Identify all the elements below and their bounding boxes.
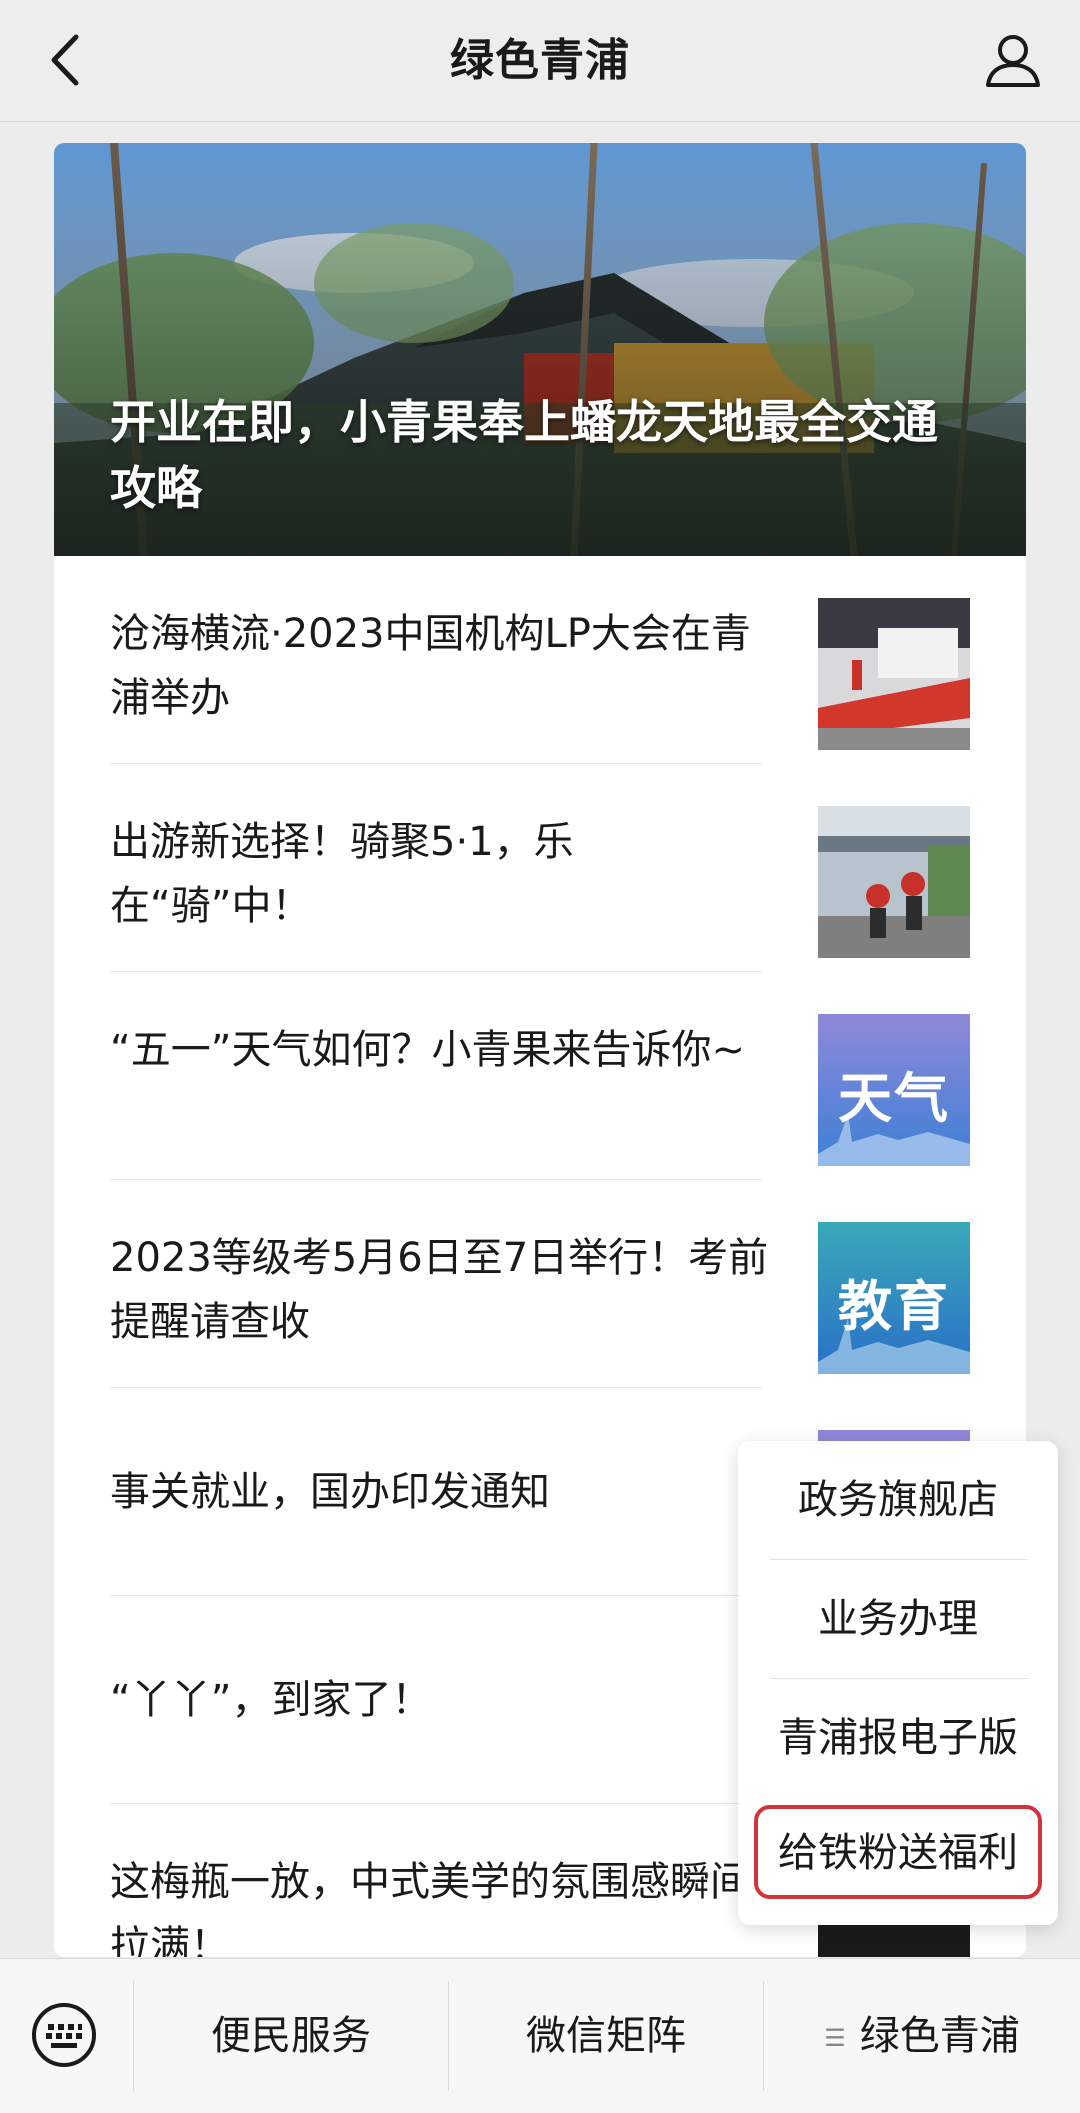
- tab-label: 绿色青浦: [859, 2013, 1020, 2059]
- article-thumbnail: 天气: [818, 1014, 970, 1166]
- page-title: 绿色青浦: [450, 35, 630, 86]
- keyboard-icon: [32, 2003, 96, 2067]
- article-title: “丫丫”，到家了！: [110, 1677, 432, 1723]
- list-item[interactable]: 沧海横流·2023中国机构LP大会在青浦举办: [54, 556, 1026, 764]
- list-item[interactable]: “五一”天气如何？小青果来告诉你~ 天气: [54, 972, 1026, 1180]
- article-title: “五一”天气如何？小青果来告诉你~: [110, 1027, 745, 1073]
- hero-title: 开业在即，小青果奉上蟠龙天地最全交通攻略: [110, 395, 938, 515]
- thumbnail-label: 教育: [838, 1275, 950, 1338]
- article-title: 这梅瓶一放，中式美学的氛围感瞬间拉满！: [110, 1859, 750, 1957]
- article-title: 2023等级考5月6日至7日举行！考前提醒请查收: [110, 1235, 769, 1345]
- article-title: 事关就业，国办印发通知: [110, 1469, 550, 1515]
- article-title: 出游新选择！骑聚5·1，乐在“骑”中！: [110, 819, 574, 929]
- menu-item-e-paper[interactable]: 青浦报电子版: [738, 1679, 1058, 1797]
- submenu-indicator-icon: ☰: [824, 2023, 846, 2052]
- article-thumbnail: [818, 598, 970, 750]
- menu-item-fan-benefits[interactable]: 给铁粉送福利: [754, 1805, 1042, 1899]
- profile-button[interactable]: [980, 28, 1046, 92]
- submenu-popup: 政务旗舰店 业务办理 青浦报电子版 给铁粉送福利: [738, 1441, 1058, 1925]
- person-icon: [986, 35, 1040, 87]
- nav-header: 绿色青浦: [0, 0, 1080, 122]
- article-thumbnail: [818, 806, 970, 958]
- tab-convenience-services[interactable]: 便民服务: [134, 1959, 448, 2113]
- hero-article[interactable]: 开业在即，小青果奉上蟠龙天地最全交通攻略: [54, 143, 1026, 556]
- list-item[interactable]: 2023等级考5月6日至7日举行！考前提醒请查收 教育: [54, 1180, 1026, 1388]
- menu-item-government-store[interactable]: 政务旗舰店: [738, 1441, 1058, 1559]
- list-item[interactable]: 出游新选择！骑聚5·1，乐在“骑”中！: [54, 764, 1026, 972]
- article-thumbnail: 教育: [818, 1222, 970, 1374]
- article-title: 沧海横流·2023中国机构LP大会在青浦举办: [110, 611, 751, 721]
- thumbnail-label: 天气: [838, 1067, 950, 1130]
- keyboard-toggle-button[interactable]: [26, 1997, 102, 2073]
- tab-green-qingpu[interactable]: ☰ 绿色青浦: [764, 1959, 1080, 2113]
- tab-wechat-matrix[interactable]: 微信矩阵: [449, 1959, 763, 2113]
- menu-item-business[interactable]: 业务办理: [738, 1560, 1058, 1678]
- bottom-menu-bar: 便民服务 微信矩阵 ☰ 绿色青浦: [0, 1958, 1080, 2113]
